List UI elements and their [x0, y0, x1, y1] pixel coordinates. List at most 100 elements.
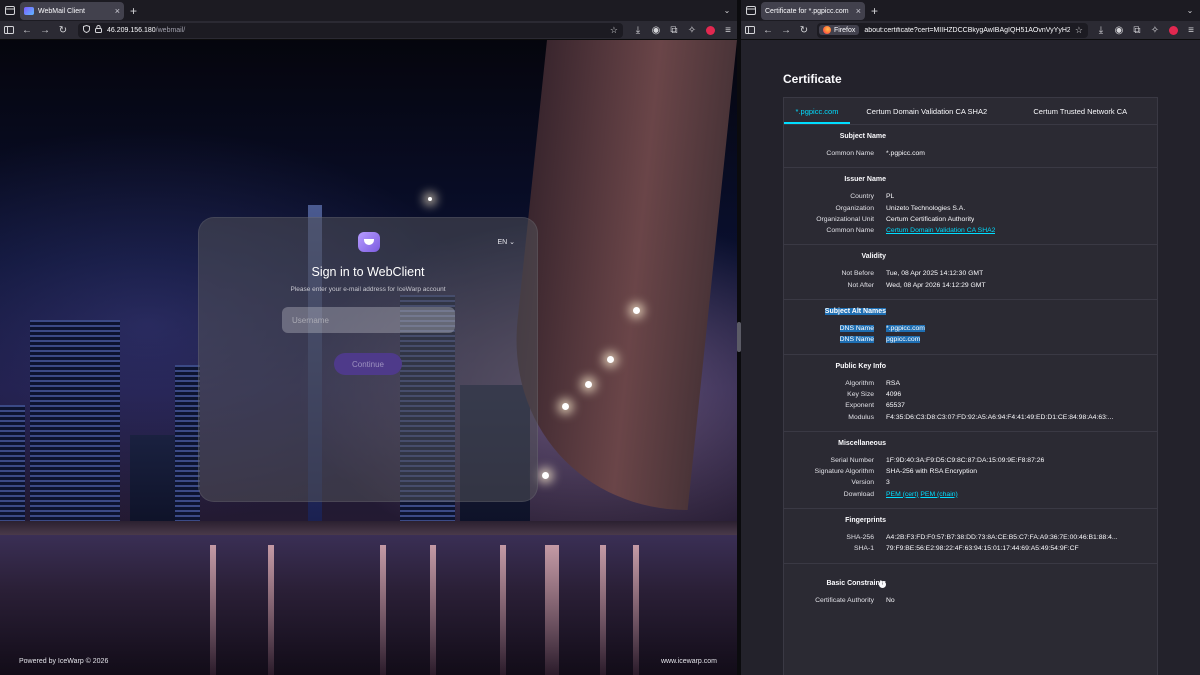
chevron-down-icon[interactable]: ⌄: [717, 1, 737, 21]
close-tab-icon[interactable]: ×: [115, 6, 120, 16]
downloads-icon[interactable]: ⤓: [1092, 21, 1110, 39]
tab-list-icon[interactable]: [0, 1, 20, 21]
issuer-name-section: Issuer Name Country PL Organization Unizet…: [784, 168, 1157, 246]
downloads-icon[interactable]: ⤓: [629, 21, 647, 39]
reload-icon[interactable]: ↻: [795, 21, 813, 39]
tab-intermediate-certificate[interactable]: Certum Domain Validation CA SHA2: [850, 98, 1004, 124]
field-value: No: [886, 596, 895, 604]
tab-leaf-certificate[interactable]: *.pgpicc.com: [784, 98, 850, 124]
field-label: Modulus: [848, 413, 874, 421]
language-selector[interactable]: EN ⌄: [497, 238, 515, 246]
field-label: Serial Number: [830, 456, 874, 464]
extensions-icon[interactable]: ⧉: [1128, 21, 1146, 39]
address-bar[interactable]: 46.209.156.180/webmail/ ☆: [78, 22, 623, 38]
tab-title: WebMail Client: [38, 7, 85, 15]
field-label: Common Name: [826, 150, 874, 157]
sidebar-icon[interactable]: [741, 21, 759, 39]
field-label: DNS Name: [839, 336, 874, 344]
section-title: Public Key Info: [835, 362, 886, 370]
shield-icon[interactable]: [83, 24, 90, 35]
field-label: SHA-1: [853, 545, 874, 553]
download-pem-chain-link[interactable]: PEM (chain): [920, 491, 957, 498]
icewarp-website-link[interactable]: www.icewarp.com: [661, 658, 717, 665]
reload-icon[interactable]: ↻: [54, 21, 72, 39]
tab-certificate[interactable]: Certificate for *.pgpicc.com ×: [761, 2, 865, 20]
back-icon[interactable]: ←: [18, 21, 36, 39]
section-title: Subject Alt Names: [824, 308, 886, 316]
field-value: PL: [886, 193, 895, 201]
section-title: Miscellaneous: [838, 439, 886, 447]
field-label: Algorithm: [845, 379, 874, 387]
back-icon[interactable]: ←: [759, 21, 777, 39]
public-key-info-section: Public Key Info Algorithm RSA Key Size 409…: [784, 355, 1157, 432]
login-title: Sign in to WebClient: [311, 265, 425, 279]
account-icon[interactable]: ◉: [647, 21, 665, 39]
field-value: A4:2B:F3:FD:F0:57:B7:38:DD:73:8A:CE:B5:C…: [886, 534, 1118, 542]
field-value: Unizeto Technologies S.A.: [886, 204, 966, 212]
issuer-certificate-link[interactable]: Certum Domain Validation CA SHA2: [886, 225, 995, 236]
url-path: /webmail/: [155, 26, 186, 34]
field-value: 79:F9:BE:56:E2:98:22:4F:63:94:15:01:17:4…: [886, 545, 1079, 553]
field-value: Tue, 08 Apr 2025 14:12:30 GMT: [886, 270, 984, 278]
sidebar-icon[interactable]: [0, 21, 18, 39]
tab-webmail[interactable]: WebMail Client ×: [20, 2, 124, 20]
field-value: Wed, 08 Apr 2026 14:12:29 GMT: [886, 281, 986, 289]
field-label: Signature Algorithm: [814, 468, 874, 476]
username-input[interactable]: [282, 307, 455, 333]
url-text: about:certificate?cert=MIIHZDCCBkygAwIBA…: [864, 26, 1070, 34]
ublock-icon[interactable]: [701, 21, 719, 39]
menu-icon[interactable]: ≡: [1182, 21, 1200, 39]
certificate-tabs: *.pgpicc.com Certum Domain Validation CA…: [784, 98, 1157, 125]
url-host: 46.209.156.180: [107, 26, 156, 34]
login-card: EN ⌄ Sign in to WebClient Please enter y…: [198, 217, 538, 502]
lock-icon[interactable]: [95, 25, 102, 35]
extensions-icon[interactable]: ⧉: [665, 21, 683, 39]
forward-icon[interactable]: →: [36, 21, 54, 39]
webmail-login-page: EN ⌄ Sign in to WebClient Please enter y…: [0, 40, 737, 675]
right-browser-window: Certificate for *.pgpicc.com × + ⌄ ← → ↻…: [741, 0, 1200, 675]
puzzle-icon[interactable]: ✧: [683, 21, 701, 39]
section-title: Issuer Name: [844, 176, 886, 184]
validity-section: Validity Not Before Tue, 08 Apr 2025 14:1…: [784, 245, 1157, 301]
firefox-identity-chip[interactable]: Firefox: [819, 25, 860, 35]
section-title: Basic Constraints: [826, 579, 886, 587]
field-label: DNS Name: [839, 325, 874, 333]
section-title: Validity: [861, 253, 886, 261]
tab-list-icon[interactable]: [741, 1, 761, 21]
tab-root-certificate[interactable]: Certum Trusted Network CA: [1004, 98, 1158, 124]
field-label: Download: [843, 490, 874, 498]
subject-name-section: Subject Name Common Name *.pgpicc.com: [784, 125, 1157, 169]
download-pem-cert-link[interactable]: PEM (cert): [886, 491, 918, 498]
address-bar[interactable]: Firefox about:certificate?cert=MIIHZDCCB…: [817, 22, 1088, 38]
field-label: Organizational Unit: [816, 215, 874, 223]
miscellaneous-section: Miscellaneous Serial Number 1F:9D:40:3A:F…: [784, 432, 1157, 510]
field-value: Certum Certification Authority: [886, 215, 975, 223]
continue-button[interactable]: Continue: [334, 353, 402, 375]
section-title: Fingerprints: [845, 517, 886, 525]
account-icon[interactable]: ◉: [1110, 21, 1128, 39]
ublock-icon[interactable]: [1164, 21, 1182, 39]
field-value: 3: [886, 479, 890, 487]
bookmark-star-icon[interactable]: ☆: [1075, 25, 1083, 36]
field-label: Exponent: [845, 402, 874, 410]
bookmark-star-icon[interactable]: ☆: [610, 25, 618, 36]
icewarp-logo-icon: [358, 232, 380, 252]
close-tab-icon[interactable]: ×: [856, 6, 861, 16]
field-value: *.pgpicc.com: [886, 150, 925, 157]
field-value: 4096: [886, 390, 902, 398]
forward-icon[interactable]: →: [777, 21, 795, 39]
menu-icon[interactable]: ≡: [719, 21, 737, 39]
field-value: pgpicc.com: [886, 336, 921, 344]
field-label: Not Before: [841, 270, 875, 278]
field-label: Organization: [835, 204, 874, 212]
new-tab-button[interactable]: +: [865, 4, 884, 18]
field-value: SHA-256 with RSA Encryption: [886, 468, 978, 476]
new-tab-button[interactable]: +: [124, 4, 143, 18]
tab-title: Certificate for *.pgpicc.com: [765, 7, 849, 15]
puzzle-icon[interactable]: ✧: [1146, 21, 1164, 39]
field-value: *.pgpicc.com: [886, 325, 925, 333]
login-subtitle: Please enter your e-mail address for Ice…: [290, 286, 446, 293]
subject-alt-names-section: Subject Alt Names DNS Name *.pgpicc.com D…: [784, 300, 1157, 355]
fingerprints-section: Fingerprints SHA-256 A4:2B:F3:FD:F0:57:B7…: [784, 509, 1157, 564]
chevron-down-icon[interactable]: ⌄: [1180, 1, 1200, 21]
